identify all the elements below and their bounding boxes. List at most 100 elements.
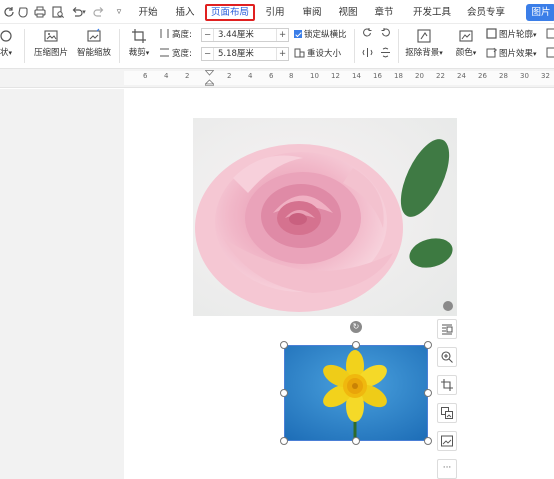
horizontal-ruler[interactable]: 6 4 2 2 4 6 8 10 12 14 16 18 20 22 24 26 28 30 32	[0, 68, 554, 88]
color-icon	[458, 28, 474, 44]
crop-button[interactable]: 裁剪▾	[124, 28, 154, 58]
image-effect-button[interactable]: 图片效果▾	[486, 47, 537, 61]
print-preview-icon[interactable]	[51, 5, 65, 19]
ruler-tick-label: 4	[248, 72, 253, 80]
compress-image-label: 压缩图片	[33, 48, 68, 58]
compress-image-button[interactable]: 压缩图片	[32, 28, 70, 58]
ruler-tick-label: 16	[373, 72, 382, 80]
tab-page-layout[interactable]: 页面布局	[205, 4, 255, 21]
replace-image-icon[interactable]	[437, 403, 457, 423]
lock-aspect-ratio-checkbox[interactable]: 锁定纵横比	[294, 28, 347, 42]
crop-icon	[131, 28, 147, 44]
more-icon[interactable]: ▿	[112, 5, 126, 19]
ruler-tick-label: 30	[520, 72, 529, 80]
height-increase-button[interactable]: +	[276, 29, 288, 41]
tab-developer-tools[interactable]: 开发工具	[410, 4, 454, 21]
reset-size-icon	[294, 47, 305, 58]
color-label: 颜色	[455, 48, 473, 58]
width-decrease-button[interactable]: −	[202, 48, 214, 60]
reset-size-button[interactable]: 重设大小	[294, 47, 341, 61]
image-effect-icon	[486, 47, 497, 58]
image-effect-label: 图片效果	[499, 49, 534, 59]
ruler-tick-label: 26	[478, 72, 487, 80]
tab-review[interactable]: 审阅	[298, 4, 326, 21]
more-icon[interactable]: ···	[437, 459, 457, 479]
redo-icon[interactable]	[92, 5, 106, 19]
refresh-icon[interactable]	[2, 5, 16, 19]
width-increase-button[interactable]: +	[276, 48, 288, 60]
zoom-icon[interactable]	[437, 347, 457, 367]
tab-start[interactable]: 开始	[134, 4, 162, 21]
ruler-tick-label: 18	[394, 72, 403, 80]
ruler-tick-label: 12	[331, 72, 340, 80]
tab-view[interactable]: 视图	[334, 4, 362, 21]
ruler-tick-label: 24	[457, 72, 466, 80]
crop-icon[interactable]	[437, 375, 457, 395]
reset-size-label: 重设大小	[307, 49, 342, 59]
resize-handle-top-left[interactable]	[280, 341, 288, 349]
image-tool-icon[interactable]	[437, 431, 457, 451]
ruler-tick-label: 2	[185, 72, 190, 80]
resize-handle-top[interactable]	[352, 341, 360, 349]
smart-zoom-button[interactable]: 智能缩放	[75, 28, 113, 58]
smart-zoom-icon	[86, 28, 102, 44]
height-label-group: 高度:	[159, 28, 192, 42]
indent-marker-icon[interactable]	[205, 70, 214, 86]
remove-background-icon	[416, 28, 432, 44]
tab-insert[interactable]: 插入	[171, 4, 199, 21]
height-stepper[interactable]: − 3.44厘米 +	[201, 28, 289, 42]
image-outline-label: 图片轮廓	[499, 30, 534, 40]
resize-handle-bottom-left[interactable]	[280, 437, 288, 445]
print-icon[interactable]	[33, 5, 47, 19]
height-decrease-button[interactable]: −	[202, 29, 214, 41]
checkbox-checked-icon	[294, 30, 302, 38]
menu-bar: ▾ ▿ 开始 插入 页面布局 引用 审阅 视图 章节 开发工具 会员专享 图片	[0, 0, 554, 24]
rotate-right-icon[interactable]	[380, 27, 392, 43]
resize-handle-bottom[interactable]	[352, 437, 360, 445]
flip-horizontal-icon[interactable]	[362, 47, 374, 63]
rotate-left-icon[interactable]	[362, 27, 374, 43]
tab-references[interactable]: 引用	[261, 4, 289, 21]
width-label-group: 宽度:	[159, 47, 192, 61]
width-stepper[interactable]: − 5.18厘米 +	[201, 47, 289, 61]
width-value[interactable]: 5.18厘米	[218, 48, 254, 60]
rotate-handle-icon[interactable]: ↻	[350, 321, 362, 333]
ruler-tick-label: 32	[541, 72, 550, 80]
lock-aspect-ratio-label: 锁定纵横比	[304, 30, 347, 40]
resize-handle-left[interactable]	[280, 389, 288, 397]
layout-options-icon[interactable]	[437, 319, 457, 339]
resize-handle-bottom-right[interactable]	[424, 437, 432, 445]
shape-button[interactable]: 状▾	[0, 28, 18, 58]
remove-background-button[interactable]: 抠除背景▾	[402, 28, 446, 58]
flip-vertical-icon[interactable]	[380, 47, 392, 63]
color-button[interactable]: 颜色▾	[452, 28, 480, 58]
crop-label: 裁剪	[128, 48, 146, 58]
ruler-tick-label: 22	[436, 72, 445, 80]
width-icon	[159, 47, 170, 58]
tab-picture-tools[interactable]: 图片	[526, 4, 554, 21]
selection-frame[interactable]	[284, 345, 428, 441]
ruler-tick-label: 2	[227, 72, 232, 80]
rose-image[interactable]	[193, 118, 457, 316]
ruler-tick-label: 6	[143, 72, 148, 80]
ruler-tick-label: 10	[310, 72, 319, 80]
more-tools-icon[interactable]	[546, 28, 554, 44]
smart-zoom-label: 智能缩放	[76, 48, 111, 58]
ruler-tick-label: 4	[164, 72, 169, 80]
save-icon[interactable]	[16, 5, 30, 19]
undo-dropdown-icon[interactable]: ▾	[80, 5, 88, 19]
tab-section[interactable]: 章节	[370, 4, 398, 21]
shape-icon	[0, 28, 14, 44]
image-outline-icon	[486, 28, 497, 39]
image-outline-button[interactable]: 图片轮廓▾	[486, 28, 537, 42]
ribbon: 状▾ 压缩图片 智能缩放 裁剪▾ 高度: − 3.44厘米 + 宽度: − 5.…	[0, 25, 554, 67]
ruler-tick-label: 20	[415, 72, 424, 80]
height-value[interactable]: 3.44厘米	[218, 29, 254, 41]
width-label: 宽度:	[172, 49, 192, 59]
more-tools-icon[interactable]	[546, 47, 554, 63]
resize-handle-top-right[interactable]	[424, 341, 432, 349]
ruler-tick-label: 14	[352, 72, 361, 80]
resize-handle-right[interactable]	[424, 389, 432, 397]
ruler-tick-label: 28	[499, 72, 508, 80]
tab-member[interactable]: 会员专享	[464, 4, 508, 21]
